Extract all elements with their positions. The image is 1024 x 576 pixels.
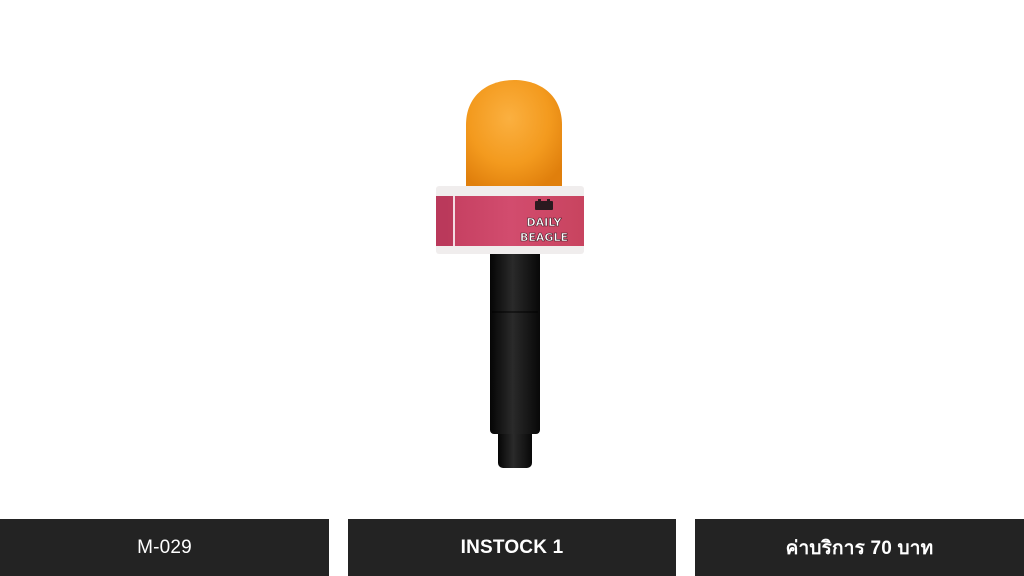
microphone-foam [466,80,562,190]
product-card: DAILY BEAGLE M-029 INSTOCK 1 ค่าบริการ 7… [0,0,1024,576]
microphone-icon: DAILY BEAGLE [436,80,584,468]
info-bar: M-029 INSTOCK 1 ค่าบริการ 70 บาท [0,519,1024,576]
flag-text-line2: BEAGLE [520,231,568,244]
stock-status: INSTOCK 1 [348,519,676,576]
service-price: ค่าบริการ 70 บาท [695,519,1024,576]
microphone-flag: DAILY BEAGLE [436,186,584,254]
microphone-handle [490,250,540,434]
flag-text-line1: DAILY [527,216,563,229]
product-code: M-029 [0,519,329,576]
